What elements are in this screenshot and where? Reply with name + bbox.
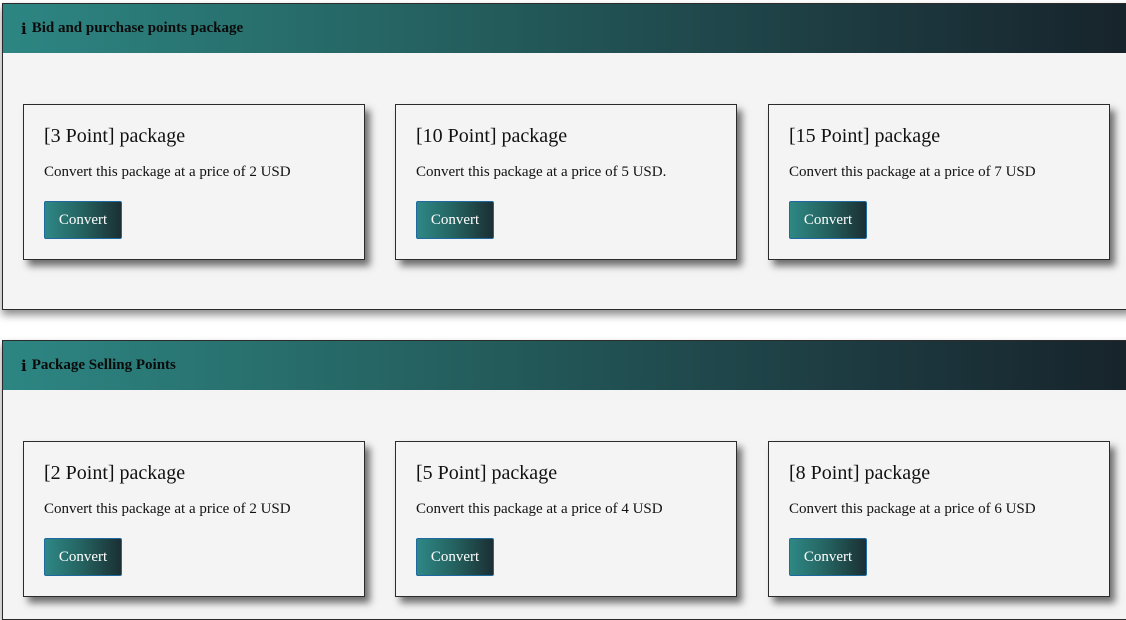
convert-button[interactable]: Convert bbox=[789, 201, 867, 239]
package-card: [2 Point] package Convert this package a… bbox=[23, 441, 365, 597]
package-card: [3 Point] package Convert this package a… bbox=[23, 104, 365, 260]
package-card: [15 Point] package Convert this package … bbox=[768, 104, 1110, 260]
package-title: [3 Point] package bbox=[44, 125, 186, 147]
package-card: [10 Point] package Convert this package … bbox=[395, 104, 737, 260]
sell-points-panel: i Package Selling Points [2 Point] packa… bbox=[2, 340, 1126, 620]
convert-button[interactable]: Convert bbox=[416, 201, 494, 239]
package-description: Convert this package at a price of 5 USD… bbox=[416, 164, 667, 180]
buy-points-panel: i Bid and purchase points package [3 Poi… bbox=[2, 3, 1126, 310]
package-title: [2 Point] package bbox=[44, 462, 186, 484]
panel-title: Bid and purchase points package bbox=[31, 20, 244, 36]
package-description: Convert this package at a price of 4 USD bbox=[416, 501, 663, 517]
package-card: [5 Point] package Convert this package a… bbox=[395, 441, 737, 597]
convert-button[interactable]: Convert bbox=[789, 538, 867, 576]
convert-button[interactable]: Convert bbox=[44, 538, 122, 576]
panel-title: Package Selling Points bbox=[31, 357, 176, 373]
package-title: [15 Point] package bbox=[789, 125, 941, 147]
package-description: Convert this package at a price of 7 USD bbox=[789, 164, 1036, 180]
package-card: [8 Point] package Convert this package a… bbox=[768, 441, 1110, 597]
package-description: Convert this package at a price of 6 USD bbox=[789, 501, 1036, 517]
info-icon: i bbox=[21, 19, 27, 38]
info-icon: i bbox=[21, 356, 27, 375]
package-title: [8 Point] package bbox=[789, 462, 931, 484]
package-description: Convert this package at a price of 2 USD bbox=[44, 501, 291, 517]
package-title: [10 Point] package bbox=[416, 125, 568, 147]
package-description: Convert this package at a price of 2 USD bbox=[44, 164, 291, 180]
convert-button[interactable]: Convert bbox=[416, 538, 494, 576]
convert-button[interactable]: Convert bbox=[44, 201, 122, 239]
panel-header: i Package Selling Points bbox=[3, 341, 1126, 390]
panel-header: i Bid and purchase points package bbox=[3, 4, 1126, 53]
package-title: [5 Point] package bbox=[416, 462, 558, 484]
